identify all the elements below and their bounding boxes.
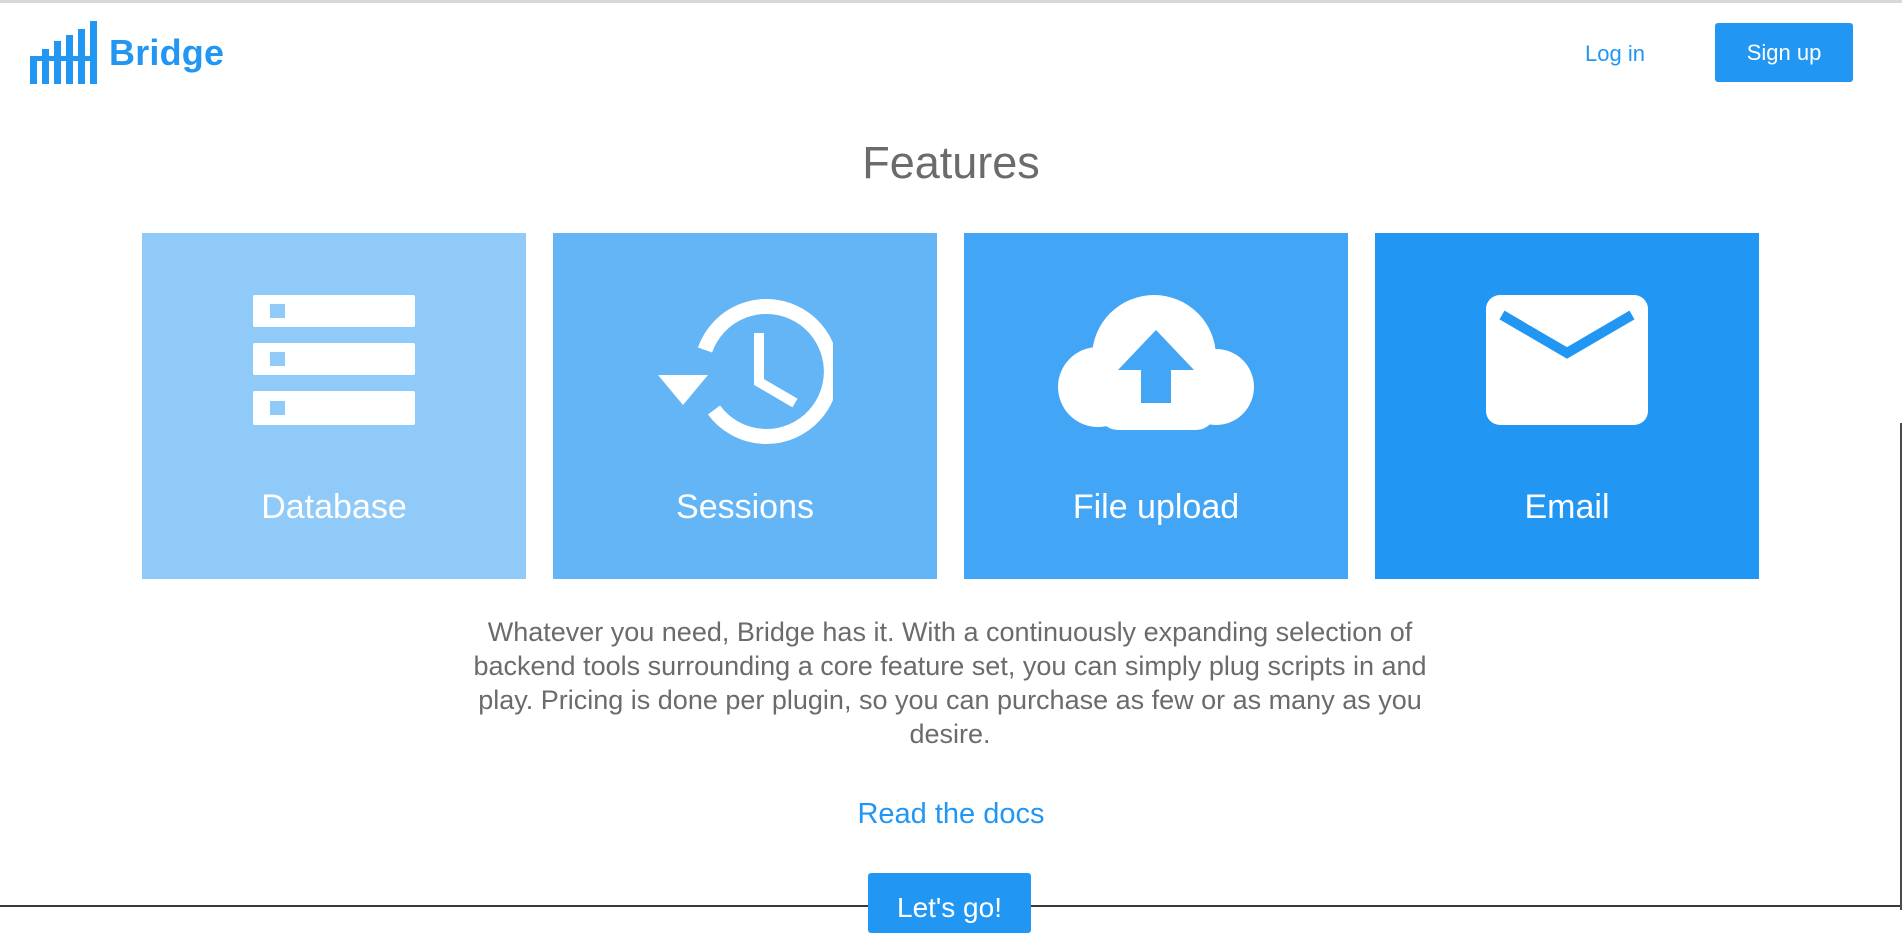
feature-label-file-upload: File upload xyxy=(1072,488,1240,526)
lets-go-button[interactable]: Let's go! xyxy=(868,873,1031,933)
feature-card-database[interactable]: Database xyxy=(142,233,526,579)
cloud-upload-icon xyxy=(1058,295,1254,430)
feature-label-sessions: Sessions xyxy=(676,488,814,526)
feature-label-database: Database xyxy=(261,488,407,526)
feature-label-email: Email xyxy=(1524,488,1610,526)
features-grid: Database Sessions File upload Email xyxy=(142,233,1759,579)
feature-card-file-upload[interactable]: File upload xyxy=(964,233,1348,579)
history-icon xyxy=(657,298,833,444)
features-description: Whatever you need, Bridge has it. With a… xyxy=(473,617,1427,749)
bar-chart-logo-icon xyxy=(30,21,97,84)
read-docs-link[interactable]: Read the docs xyxy=(0,798,1902,831)
feature-card-sessions[interactable]: Sessions xyxy=(553,233,937,579)
page-title: Features xyxy=(862,137,1040,188)
brand-name: Bridge xyxy=(109,31,225,73)
brand-logo[interactable]: Bridge xyxy=(30,21,224,84)
signup-button[interactable]: Sign up xyxy=(1715,23,1853,82)
email-icon xyxy=(1486,295,1648,425)
database-icon xyxy=(253,295,415,425)
feature-card-email[interactable]: Email xyxy=(1375,233,1759,579)
login-link[interactable]: Log in xyxy=(1585,41,1645,67)
